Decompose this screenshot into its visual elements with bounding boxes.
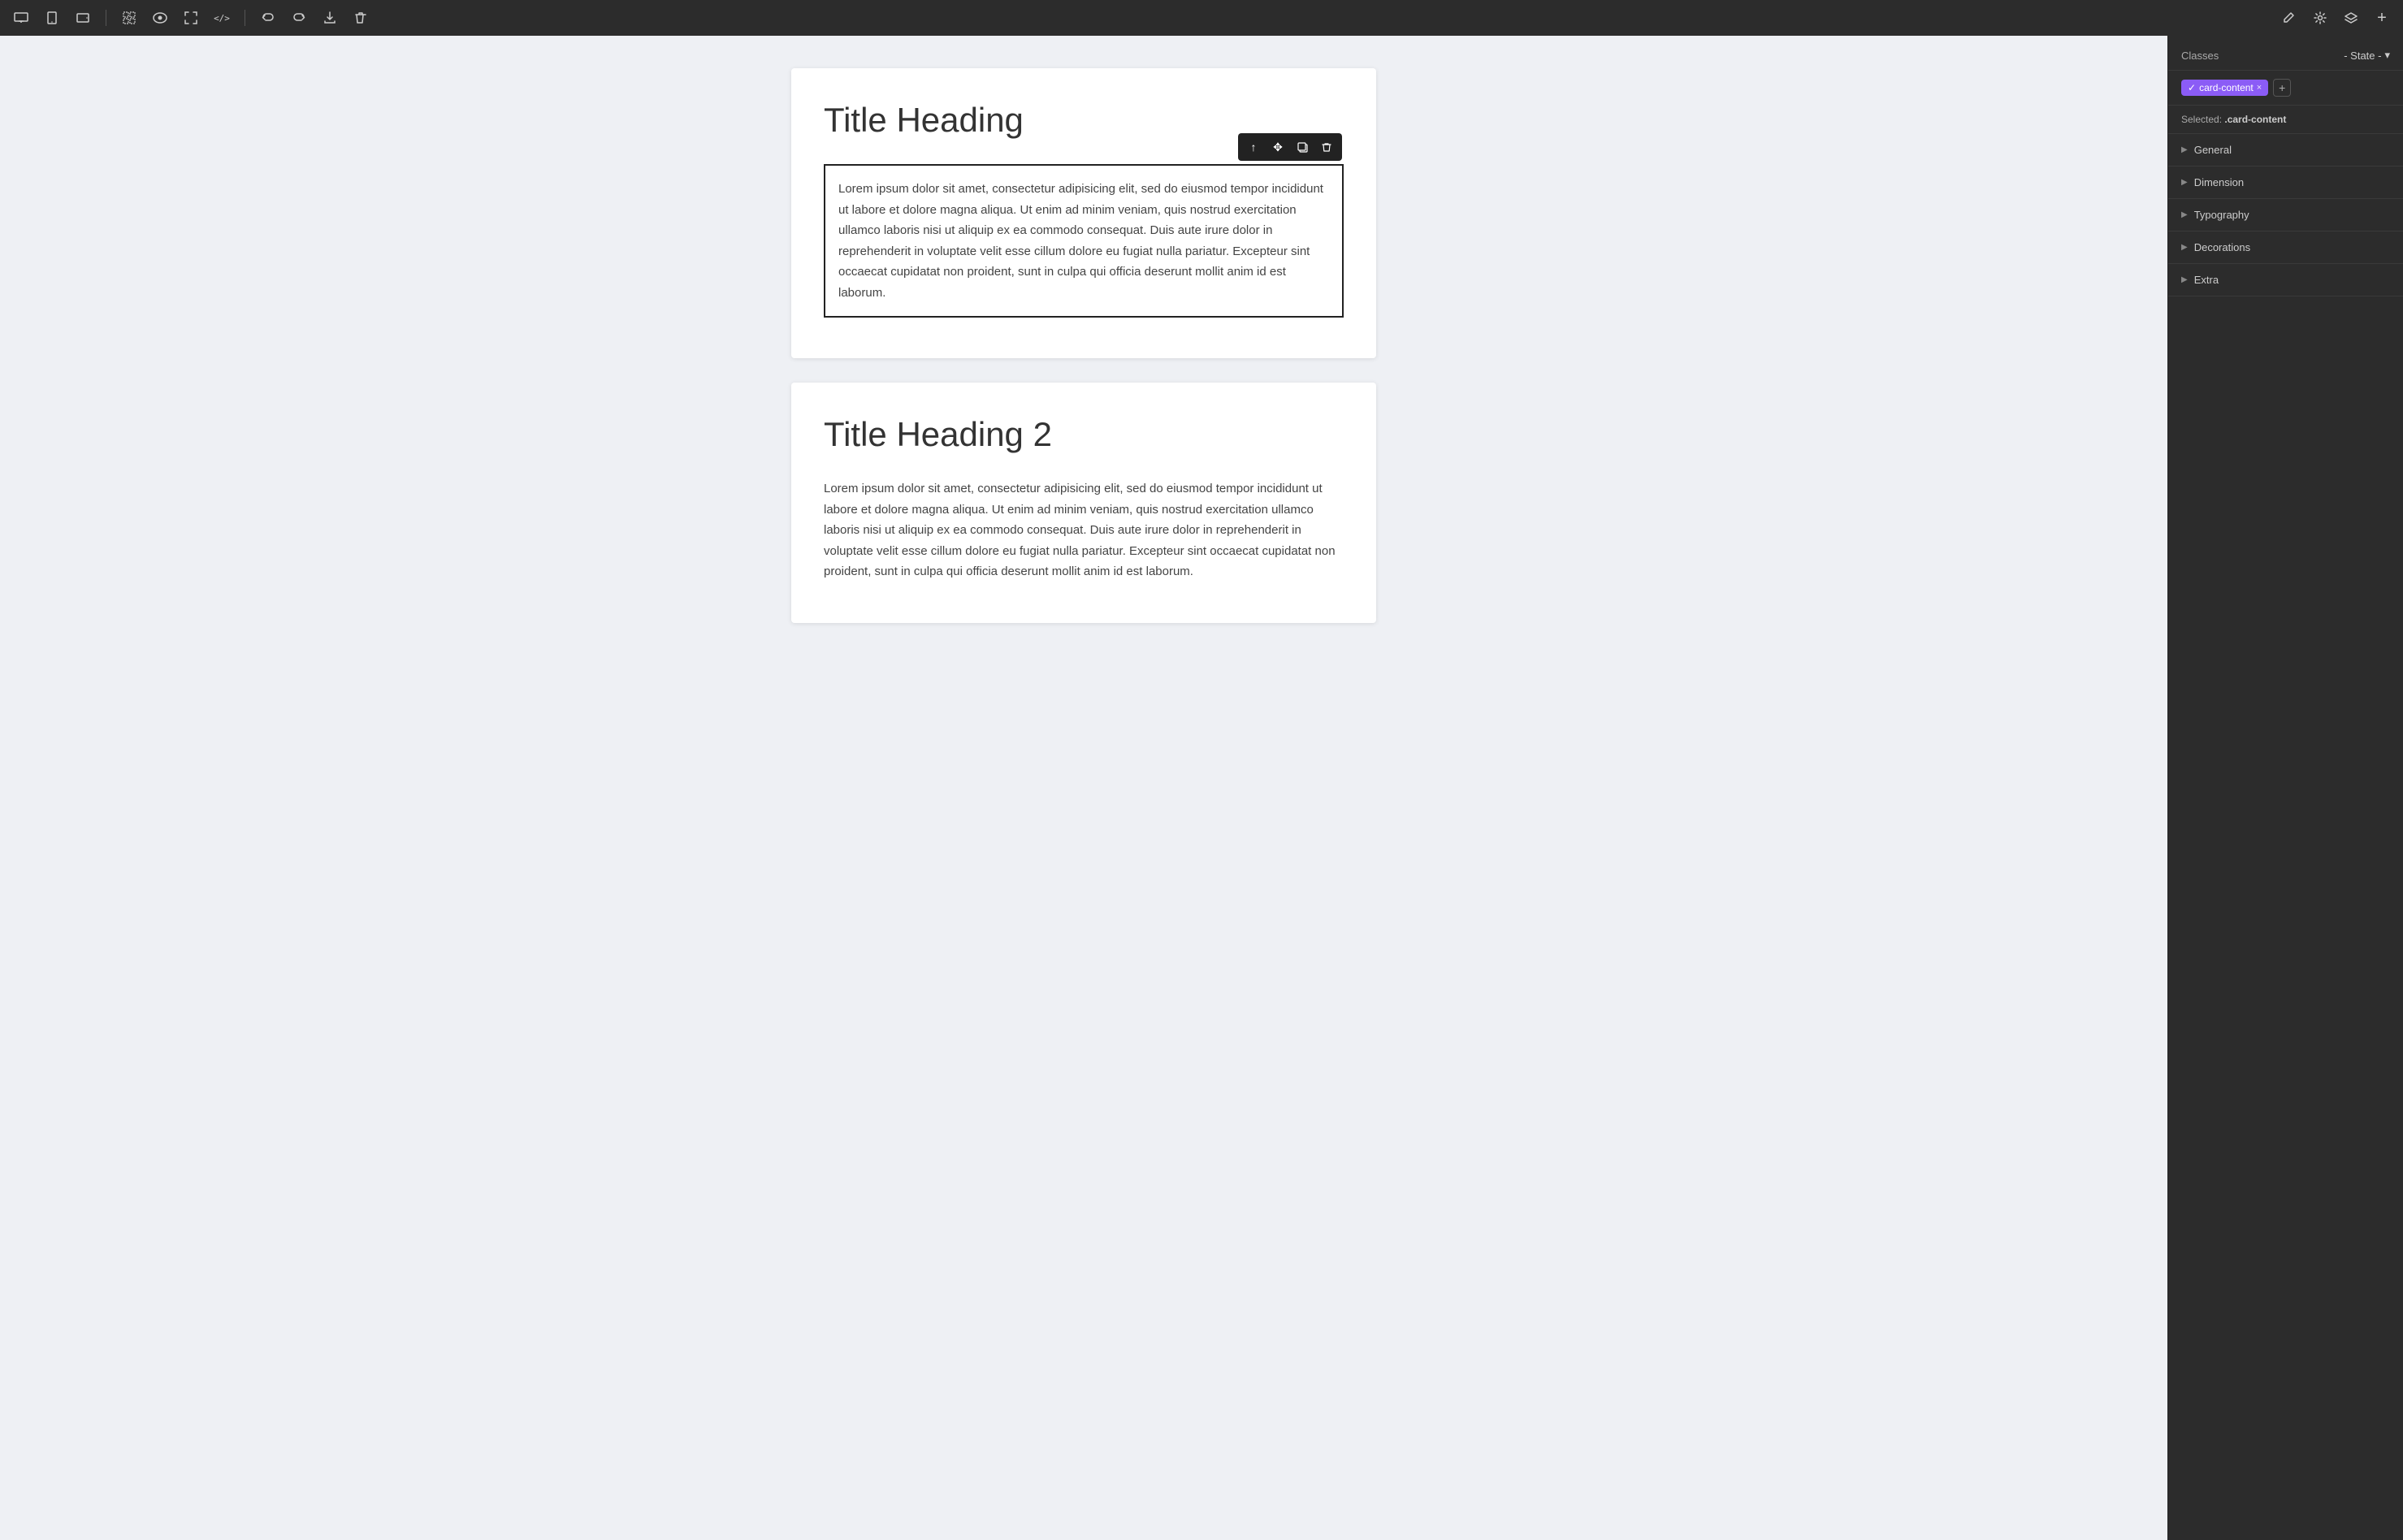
classes-row: ✓ card-content × +: [2168, 71, 2403, 106]
dimension-label: Dimension: [2194, 176, 2244, 188]
main-layout: Title Heading ↑ ✥ Lorem ipsum dolor sit …: [0, 36, 2403, 1540]
redo-icon[interactable]: [288, 6, 310, 29]
tablet-landscape-icon[interactable]: [71, 6, 94, 29]
top-toolbar: </> +: [0, 0, 2403, 36]
state-label: - State -: [2344, 50, 2381, 62]
select-icon[interactable]: [118, 6, 141, 29]
tablet-portrait-icon[interactable]: [41, 6, 63, 29]
duplicate-button[interactable]: [1292, 136, 1313, 158]
card-1-content: Lorem ipsum dolor sit amet, consectetur …: [838, 179, 1329, 303]
code-icon[interactable]: </>: [210, 6, 233, 29]
section-decorations: ▶ Decorations: [2168, 231, 2403, 264]
class-tag-card-content[interactable]: ✓ card-content ×: [2181, 80, 2268, 96]
selected-value: .card-content: [2224, 114, 2286, 125]
section-typography: ▶ Typography: [2168, 199, 2403, 231]
selected-info: Selected: .card-content: [2168, 106, 2403, 134]
section-typography-header[interactable]: ▶ Typography: [2168, 199, 2403, 231]
section-dimension: ▶ Dimension: [2168, 167, 2403, 199]
canvas-area: Title Heading ↑ ✥ Lorem ipsum dolor sit …: [0, 36, 2167, 1540]
delete-float-button[interactable]: [1316, 136, 1337, 158]
panel-header: Classes - State - ▾: [2168, 36, 2403, 71]
section-general: ▶ General: [2168, 134, 2403, 167]
classes-label: Classes: [2181, 50, 2219, 62]
card-1[interactable]: Title Heading ↑ ✥ Lorem ipsum dolor sit …: [791, 68, 1376, 358]
card-2-content: Lorem ipsum dolor sit amet, consectetur …: [824, 478, 1344, 582]
card-2[interactable]: Title Heading 2 Lorem ipsum dolor sit am…: [791, 383, 1376, 623]
card-2-title: Title Heading 2: [824, 415, 1344, 454]
selected-textbox[interactable]: ↑ ✥ Lorem ipsum dolor sit amet, consecte…: [824, 164, 1344, 318]
typography-label: Typography: [2194, 209, 2249, 221]
extra-label: Extra: [2194, 274, 2219, 286]
decorations-arrow-icon: ▶: [2181, 243, 2188, 252]
section-decorations-header[interactable]: ▶ Decorations: [2168, 231, 2403, 263]
section-dimension-header[interactable]: ▶ Dimension: [2168, 167, 2403, 198]
fullscreen-icon[interactable]: [180, 6, 202, 29]
preview-icon[interactable]: [149, 6, 171, 29]
selected-label: Selected:: [2181, 114, 2224, 125]
general-label: General: [2194, 144, 2232, 156]
state-dropdown[interactable]: - State - ▾: [2344, 49, 2390, 62]
decorations-label: Decorations: [2194, 241, 2250, 253]
download-icon[interactable]: [318, 6, 341, 29]
toolbar-left: </>: [10, 6, 372, 29]
settings-icon[interactable]: [2309, 6, 2332, 29]
section-general-header[interactable]: ▶ General: [2168, 134, 2403, 166]
toolbar-right: +: [2278, 6, 2393, 29]
general-arrow-icon: ▶: [2181, 145, 2188, 154]
class-tag-close[interactable]: ×: [2257, 83, 2262, 93]
undo-icon[interactable]: [257, 6, 279, 29]
extra-arrow-icon: ▶: [2181, 275, 2188, 284]
trash-icon[interactable]: [349, 6, 372, 29]
layers-icon[interactable]: [2340, 6, 2362, 29]
section-extra-header[interactable]: ▶ Extra: [2168, 264, 2403, 296]
typography-arrow-icon: ▶: [2181, 210, 2188, 219]
pen-icon[interactable]: [2278, 6, 2301, 29]
right-panel: Classes - State - ▾ ✓ card-content × + S…: [2167, 36, 2403, 1540]
move-up-button[interactable]: ↑: [1243, 136, 1264, 158]
desktop-icon[interactable]: [10, 6, 32, 29]
class-tag-checkmark: ✓: [2188, 82, 2196, 93]
add-class-button[interactable]: +: [2273, 79, 2291, 97]
move-button[interactable]: ✥: [1267, 136, 1288, 158]
state-arrow: ▾: [2384, 49, 2390, 62]
add-block-icon[interactable]: +: [2371, 6, 2393, 29]
dimension-arrow-icon: ▶: [2181, 178, 2188, 187]
float-toolbar: ↑ ✥: [1238, 133, 1342, 161]
section-extra: ▶ Extra: [2168, 264, 2403, 296]
class-tag-name: card-content: [2199, 82, 2254, 93]
